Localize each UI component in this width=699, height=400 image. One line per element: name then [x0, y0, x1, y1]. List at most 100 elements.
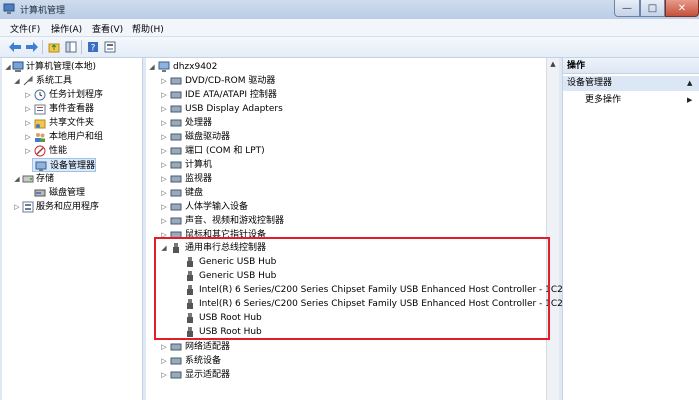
device-label: 磁盘驱动器: [185, 132, 231, 142]
back-button[interactable]: [7, 40, 22, 54]
tree-pane-icon: [65, 41, 76, 53]
tree-item-system-tools[interactable]: ◢ 系统工具: [2, 74, 142, 88]
expand-icon[interactable]: ▷: [160, 116, 168, 130]
expand-icon[interactable]: ▷: [24, 144, 32, 158]
device-category-icon: [170, 217, 182, 225]
minimize-button[interactable]: —: [614, 0, 640, 17]
menu-help[interactable]: 帮助(H): [132, 22, 164, 35]
tree-item-disk-management[interactable]: 磁盘管理: [2, 186, 142, 200]
menu-file[interactable]: 文件(F): [10, 22, 40, 35]
scroll-up-arrow-icon[interactable]: ▲: [547, 58, 559, 71]
device-category[interactable]: ▷ 端口 (COM 和 LPT): [160, 144, 545, 158]
tree-item-device-manager[interactable]: 设备管理器: [32, 158, 96, 172]
submenu-arrow-icon: ▶: [687, 96, 693, 104]
device-category[interactable]: ▷ 声音、视频和游戏控制器: [160, 214, 545, 228]
device-category[interactable]: ▷ 处理器: [160, 116, 545, 130]
device-category-icon: [170, 203, 182, 211]
device-category-icon: [170, 105, 182, 113]
expand-icon[interactable]: ▷: [160, 74, 168, 88]
tree-item-root[interactable]: ◢ 计算机管理(本地): [2, 60, 142, 74]
tree-item-local-users[interactable]: ▷ 本地用户和组: [2, 130, 142, 144]
device-category-icon: [170, 119, 182, 127]
tree-item-label: 计算机管理(本地): [26, 62, 97, 72]
event-viewer-icon: [34, 104, 46, 115]
expand-icon[interactable]: ▷: [24, 116, 32, 130]
device-category[interactable]: ▷ 显示适配器: [160, 368, 545, 382]
device-category[interactable]: ▷ 计算机: [160, 158, 545, 172]
menu-view[interactable]: 查看(V): [92, 22, 123, 35]
folder-up-icon: [48, 43, 59, 53]
expand-icon[interactable]: ▷: [160, 158, 168, 172]
device-category-icon: [170, 161, 182, 169]
show-hide-tree-button[interactable]: [63, 40, 78, 54]
expand-icon[interactable]: ▷: [160, 88, 168, 102]
collapse-icon[interactable]: ◢: [148, 60, 156, 74]
expand-icon[interactable]: ▷: [160, 172, 168, 186]
expand-icon[interactable]: ▷: [24, 88, 32, 102]
window-title: 计算机管理: [20, 6, 66, 16]
expand-icon[interactable]: ▷: [160, 368, 168, 382]
tree-item-performance[interactable]: ▷ 性能: [2, 144, 142, 158]
collapse-icon[interactable]: ◢: [4, 60, 12, 74]
vertical-scrollbar[interactable]: ▲: [546, 58, 559, 400]
tree-item-storage[interactable]: ◢ 存储: [2, 172, 142, 186]
actions-header: 操作: [563, 58, 699, 74]
device-category[interactable]: ▷ 人体学输入设备: [160, 200, 545, 214]
forward-button[interactable]: [24, 40, 39, 54]
title-bar[interactable]: 计算机管理 — □ ✕: [0, 0, 699, 19]
device-category[interactable]: ▷ 监视器: [160, 172, 545, 186]
tree-item-services[interactable]: ▷ 服务和应用程序: [2, 200, 142, 214]
device-category[interactable]: ▷ 系统设备: [160, 354, 545, 368]
collapse-up-icon[interactable]: ▲: [687, 79, 692, 87]
forward-arrow-icon: [25, 42, 38, 52]
device-category[interactable]: ▷ USB Display Adapters: [160, 102, 545, 116]
device-category[interactable]: ▷ 键盘: [160, 186, 545, 200]
clock-icon: [34, 89, 46, 101]
back-arrow-icon: [8, 42, 21, 52]
device-manager-icon: [35, 161, 47, 171]
tree-item-label: 系统工具: [36, 76, 73, 86]
expand-icon[interactable]: ▷: [160, 144, 168, 158]
device-category-icon: [170, 371, 182, 379]
more-actions-link[interactable]: 更多操作: [585, 93, 621, 107]
close-button[interactable]: ✕: [665, 0, 699, 17]
device-category-icon: [170, 133, 182, 141]
expand-icon[interactable]: ▷: [160, 186, 168, 200]
device-category[interactable]: ▷ 网络适配器: [160, 340, 545, 354]
maximize-button[interactable]: □: [640, 0, 665, 17]
expand-icon[interactable]: ▷: [160, 214, 168, 228]
device-root-computer[interactable]: ◢ dhzx9402: [148, 60, 545, 74]
tree-item-event-viewer[interactable]: ▷ 事件查看器: [2, 102, 142, 116]
expand-icon[interactable]: ▷: [24, 130, 32, 144]
up-folder-button[interactable]: [46, 40, 61, 54]
device-category-icon: [170, 343, 182, 351]
expand-icon[interactable]: ▷: [24, 102, 32, 116]
collapse-icon[interactable]: ◢: [13, 172, 21, 186]
tree-item-shared-folders[interactable]: ▷ 共享文件夹: [2, 116, 142, 130]
device-label: USB Display Adapters: [185, 104, 283, 114]
device-category[interactable]: ▷ 磁盘驱动器: [160, 130, 545, 144]
computer-management-window: 计算机管理 — □ ✕ 文件(F) 操作(A) 查看(V) 帮助(H) ? ◢ …: [0, 0, 699, 400]
help-button[interactable]: ?: [85, 40, 100, 54]
expand-icon[interactable]: ▷: [13, 200, 21, 214]
actions-pane: 操作 设备管理器 ▲ 更多操作 ▶: [562, 58, 699, 400]
device-category[interactable]: ▷ IDE ATA/ATAPI 控制器: [160, 88, 545, 102]
device-label: 系统设备: [185, 356, 222, 366]
collapse-icon[interactable]: ◢: [13, 74, 21, 88]
properties-button[interactable]: [102, 40, 117, 54]
device-label: 人体学输入设备: [185, 202, 249, 212]
expand-icon[interactable]: ▷: [160, 102, 168, 116]
device-category[interactable]: ▷ DVD/CD-ROM 驱动器: [160, 74, 545, 88]
expand-icon[interactable]: ▷: [160, 200, 168, 214]
menu-action[interactable]: 操作(A): [51, 22, 82, 35]
expand-icon[interactable]: ▷: [160, 354, 168, 368]
computer-management-icon: [12, 61, 24, 72]
actions-section-device-manager[interactable]: 设备管理器: [563, 76, 699, 91]
expand-icon[interactable]: ▷: [160, 340, 168, 354]
computer-management-icon: [3, 3, 15, 14]
tree-item-task-scheduler[interactable]: ▷ 任务计划程序: [2, 88, 142, 102]
computer-icon: [158, 61, 170, 72]
expand-icon[interactable]: ▷: [160, 130, 168, 144]
menu-bar: 文件(F) 操作(A) 查看(V) 帮助(H): [0, 19, 699, 37]
tree-item-label: 本地用户和组: [49, 132, 104, 142]
